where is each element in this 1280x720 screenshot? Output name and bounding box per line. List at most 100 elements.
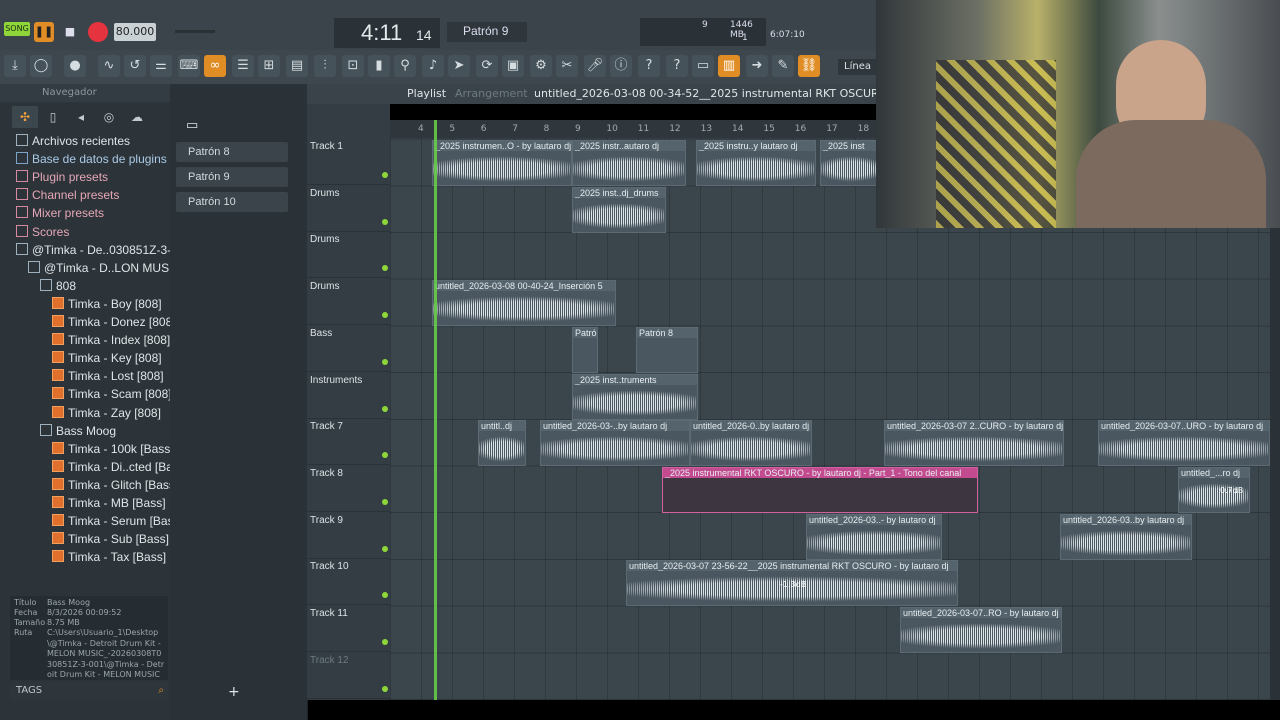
link-icon[interactable]: ⛓ — [798, 55, 820, 77]
browser-all-icon[interactable]: ✣ — [12, 106, 38, 128]
playlist-clip[interactable]: Patrón 8 — [636, 326, 698, 373]
channel-rack-icon[interactable]: ⊞ — [258, 55, 280, 77]
pattern-item[interactable]: Patrón 8 — [176, 142, 288, 162]
track-active-led[interactable] — [382, 312, 388, 319]
playlist-clip[interactable]: _2025 inst..dj_drums — [572, 186, 666, 233]
track-active-led[interactable] — [382, 218, 388, 225]
plug-icon[interactable]: ⚲ — [394, 55, 416, 77]
track-header[interactable]: Drums — [307, 278, 390, 326]
track-active-led[interactable] — [382, 358, 388, 365]
browser-speaker-icon[interactable]: ◂ — [68, 106, 94, 128]
playlist-clip[interactable]: _2025 instru..y lautaro dj — [696, 140, 816, 186]
playlist-clip[interactable]: untitl..dj — [478, 420, 526, 467]
track-active-led[interactable] — [382, 452, 388, 459]
playlist-clip[interactable]: Patrón 8 — [572, 326, 598, 373]
info-icon[interactable]: ⓘ — [610, 55, 632, 77]
playlist-clip[interactable]: untitled_2026-03-..by lautaro dj — [540, 420, 690, 467]
browser-item[interactable]: Plugin presets — [0, 168, 184, 186]
playhead[interactable] — [434, 120, 437, 700]
stop-button[interactable]: ■ — [60, 22, 80, 42]
song-mode-toggle[interactable]: SONG — [4, 22, 30, 36]
cut-icon[interactable]: ✂ — [556, 55, 578, 77]
playlist-clip[interactable]: _2025 instr..autaro dj — [572, 140, 686, 186]
playlist-clip[interactable]: _2025 instrumental RKT OSCURO - by lauta… — [662, 466, 978, 513]
dial-icon[interactable]: ● — [64, 55, 86, 77]
browser-item[interactable]: Scores — [0, 223, 184, 241]
mic-icon[interactable]: 🎤︎ — [584, 55, 606, 77]
track-header[interactable]: Drums — [307, 185, 390, 232]
track-active-led[interactable] — [382, 498, 388, 505]
browser-item[interactable]: @Timka - De..030851Z-3-001 — [0, 241, 184, 259]
browser-cloud-icon[interactable]: ☁ — [124, 106, 150, 128]
master-pitch-slider[interactable] — [175, 30, 215, 33]
pattern-item[interactable]: Patrón 10 — [176, 192, 288, 212]
playlist-clip[interactable]: untitled_2026-03-07 2..CURO - by lautaro… — [884, 420, 1064, 467]
playlist-clip[interactable]: untitled_2026-03..- by lautaro dj — [806, 513, 942, 560]
playlist-clip[interactable]: _2025 inst..truments — [572, 373, 698, 420]
tempo-display[interactable]: 80.000 — [114, 23, 156, 41]
playlist-clip[interactable]: _2025 instrumen..O - by lautaro dj — [432, 140, 572, 186]
track-header[interactable]: Instruments — [307, 372, 390, 419]
mixer-icon[interactable]: ☰ — [232, 55, 254, 77]
browser-item[interactable]: Archivos recientes — [0, 132, 184, 150]
pattern-selector[interactable]: Patrón 9 — [447, 22, 527, 42]
track-active-led[interactable] — [382, 545, 388, 552]
wait-input-icon[interactable]: ∞ — [204, 55, 226, 77]
wave-icon[interactable]: ∿ — [98, 55, 120, 77]
arrow-icon[interactable]: ➤ — [448, 55, 470, 77]
playlist-clip[interactable]: untitled_2026-03..by lautaro dj — [1060, 513, 1192, 560]
save-icon[interactable]: ▣ — [502, 55, 524, 77]
file-icon[interactable]: ▮ — [368, 55, 390, 77]
next-icon[interactable]: ➜ — [746, 55, 768, 77]
track-active-led[interactable] — [382, 685, 388, 692]
keyboard-icon[interactable]: ⌨ — [178, 55, 200, 77]
playlist-clip[interactable]: _2025 inst — [820, 140, 882, 186]
add-pattern-icon[interactable]: ▭ — [186, 118, 198, 133]
browser-plugin-icon[interactable]: ◎ — [96, 106, 122, 128]
mixer-sliders-icon[interactable]: ⫶ — [314, 55, 336, 77]
step-icon[interactable]: ⚌ — [150, 55, 172, 77]
track-active-led[interactable] — [382, 405, 388, 412]
track-active-led[interactable] — [382, 265, 388, 272]
cpu-circle-icon[interactable]: ◯ — [30, 55, 52, 77]
track-header[interactable]: Track 9 — [307, 512, 390, 559]
piano-icon[interactable]: ▥ — [718, 55, 740, 77]
playlist-icon[interactable]: ▤ — [286, 55, 308, 77]
refresh-icon[interactable]: ⟳ — [476, 55, 498, 77]
record-button[interactable] — [88, 22, 108, 42]
track-header[interactable]: Track 11 — [307, 605, 390, 652]
brush-icon[interactable]: ✎ — [772, 55, 794, 77]
browser-item[interactable]: Mixer presets — [0, 204, 184, 222]
download-icon[interactable]: ⤓ — [4, 55, 26, 77]
help-icon[interactable]: ? — [638, 55, 660, 77]
add-icon[interactable]: + — [228, 684, 240, 700]
track-header[interactable]: Track 10 — [307, 558, 390, 606]
tuner-icon[interactable]: ♪ — [422, 55, 444, 77]
track-active-led[interactable] — [382, 639, 388, 645]
track-active-led[interactable] — [382, 172, 388, 178]
browser-item[interactable]: Channel presets — [0, 186, 184, 204]
track-header[interactable]: Bass — [307, 325, 390, 372]
question-icon[interactable]: ? — [666, 55, 688, 77]
track-header[interactable]: Track 12 — [307, 652, 390, 699]
browser-item[interactable]: Base de datos de plugins — [0, 150, 184, 168]
loop-icon[interactable]: ↺ — [124, 55, 146, 77]
plugin-db-icon[interactable]: ⊡ — [342, 55, 364, 77]
playlist-clip[interactable]: untitled_2026-03-07..RO - by lautaro dj — [900, 607, 1062, 653]
pattern-item[interactable]: Patrón 9 — [176, 167, 288, 187]
browser-item[interactable]: @Timka - D..LON MUSIC_ — [0, 259, 196, 277]
playlist-clip[interactable]: untitled_2026-0..by lautaro dj — [690, 420, 812, 467]
render-icon[interactable]: ⚙ — [530, 55, 552, 77]
pause-button[interactable]: ❚❚ — [34, 22, 54, 42]
tags-bar[interactable]: TAGS ⌕ — [10, 682, 168, 700]
track-active-led[interactable] — [382, 592, 388, 599]
track-header[interactable]: Track 1 — [307, 138, 390, 185]
window-icon[interactable]: ▭ — [692, 55, 714, 77]
playlist-clip[interactable]: untitled_2026-03-07..URO - by lautaro dj — [1098, 420, 1270, 467]
track-header[interactable]: Track 8 — [307, 465, 390, 512]
track-header[interactable]: Track 7 — [307, 418, 390, 466]
track-header[interactable]: Drums — [307, 231, 390, 279]
search-icon[interactable]: ⌕ — [158, 682, 164, 700]
playlist-clip[interactable]: untitled_2026-03-08 00-40-24_Inserción 5 — [432, 280, 616, 327]
browser-file-icon[interactable]: ▯ — [40, 106, 66, 128]
